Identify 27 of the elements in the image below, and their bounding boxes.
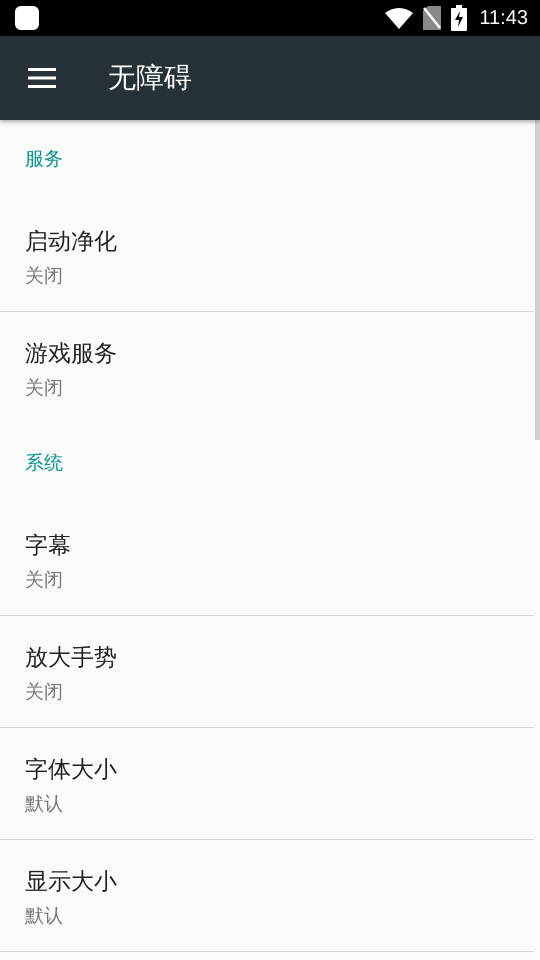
battery-charging-icon bbox=[451, 5, 468, 31]
section-header: 服务 bbox=[25, 148, 63, 170]
settings-item[interactable]: 游戏服务 关闭 bbox=[0, 312, 534, 424]
item-title: 放大手势 bbox=[25, 644, 117, 673]
item-summary: 关闭 bbox=[25, 376, 63, 401]
item-title: 显示大小 bbox=[25, 868, 117, 897]
item-summary: 关闭 bbox=[25, 264, 63, 289]
item-summary: 默认 bbox=[25, 792, 63, 817]
wifi-icon bbox=[385, 7, 414, 29]
settings-item[interactable]: 字幕 关闭 bbox=[0, 504, 534, 616]
settings-item[interactable]: 放大手势 关闭 bbox=[0, 616, 534, 728]
item-title: 启动净化 bbox=[25, 228, 117, 257]
no-sim-icon bbox=[423, 6, 442, 30]
menu-button[interactable] bbox=[26, 66, 58, 90]
item-title: 字体大小 bbox=[25, 756, 117, 785]
item-title: 游戏服务 bbox=[25, 340, 117, 369]
notification-icon bbox=[14, 5, 40, 31]
settings-item[interactable]: 显示大小 默认 bbox=[0, 840, 534, 952]
toolbar-title: 无障碍 bbox=[108, 60, 192, 96]
status-time: 11:43 bbox=[479, 6, 528, 30]
item-summary: 默认 bbox=[25, 904, 63, 929]
section-header: 系统 bbox=[25, 452, 63, 474]
item-summary: 关闭 bbox=[25, 680, 63, 705]
item-summary: 关闭 bbox=[25, 568, 63, 593]
settings-item[interactable]: 启动净化 关闭 bbox=[0, 200, 534, 312]
settings-item[interactable]: 字体大小 默认 bbox=[0, 728, 534, 840]
item-title: 字幕 bbox=[25, 532, 71, 561]
